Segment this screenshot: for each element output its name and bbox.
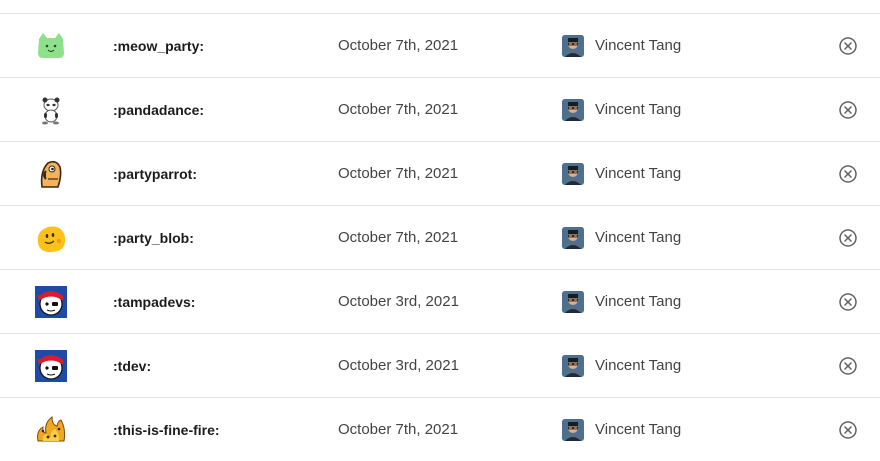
emoji-row: :partyparrot: October 7th, 2021 Vincent …	[0, 142, 880, 206]
avatar[interactable]	[562, 98, 584, 121]
emoji-name: :tdev:	[113, 357, 152, 374]
emoji-name: :this-is-fine-fire:	[113, 421, 220, 438]
remove-circle-x-icon	[839, 164, 857, 183]
emoji-date-added: October 3rd, 2021	[338, 357, 459, 374]
emoji-name: :pandadance:	[113, 101, 205, 118]
emoji-row: :party_blob: October 7th, 2021 Vincent T…	[0, 206, 880, 270]
emoji-author: Vincent Tang	[562, 226, 681, 249]
author-name[interactable]: Vincent Tang	[595, 101, 681, 118]
emoji-row: :tampadevs: October 3rd, 2021 Vincent Ta…	[0, 270, 880, 334]
author-name[interactable]: Vincent Tang	[595, 37, 681, 54]
emoji-date-added: October 7th, 2021	[338, 101, 459, 118]
emoji-author: Vincent Tang	[562, 98, 681, 121]
custom-emoji-list: :meow_party: October 7th, 2021 Vincent T…	[0, 0, 880, 461]
emoji-author: Vincent Tang	[562, 290, 681, 313]
remove-emoji-button[interactable]	[838, 228, 858, 248]
pandadance-icon	[34, 93, 68, 127]
emoji-author: Vincent Tang	[562, 34, 681, 57]
author-name[interactable]: Vincent Tang	[595, 293, 681, 310]
remove-emoji-button[interactable]	[838, 292, 858, 312]
partyparrot-icon	[34, 157, 68, 191]
avatar[interactable]	[562, 162, 584, 185]
remove-circle-x-icon	[839, 228, 857, 247]
emoji-date-added: October 3rd, 2021	[338, 293, 459, 310]
avatar[interactable]	[562, 354, 584, 377]
emoji-author: Vincent Tang	[562, 354, 681, 377]
remove-circle-x-icon	[839, 292, 857, 311]
remove-emoji-button[interactable]	[838, 100, 858, 120]
remove-emoji-button[interactable]	[838, 356, 858, 376]
author-name[interactable]: Vincent Tang	[595, 357, 681, 374]
emoji-name: :party_blob:	[113, 229, 194, 246]
author-name[interactable]: Vincent Tang	[595, 229, 681, 246]
author-name[interactable]: Vincent Tang	[595, 421, 681, 438]
remove-emoji-button[interactable]	[838, 164, 858, 184]
emoji-name: :meow_party:	[113, 37, 205, 54]
avatar[interactable]	[562, 290, 584, 313]
top-divider	[0, 0, 880, 14]
emoji-date-added: October 7th, 2021	[338, 421, 459, 438]
this-is-fine-fire-icon	[34, 413, 68, 447]
emoji-date-added: October 7th, 2021	[338, 37, 459, 54]
party-blob-icon	[34, 221, 68, 255]
avatar[interactable]	[562, 418, 584, 441]
remove-circle-x-icon	[839, 100, 857, 119]
tdev-icon	[34, 349, 68, 383]
remove-circle-x-icon	[839, 36, 857, 55]
emoji-author: Vincent Tang	[562, 418, 681, 441]
remove-emoji-button[interactable]	[838, 420, 858, 440]
emoji-row: :tdev: October 3rd, 2021 Vincent Tang	[0, 334, 880, 398]
emoji-row: :meow_party: October 7th, 2021 Vincent T…	[0, 14, 880, 78]
emoji-date-added: October 7th, 2021	[338, 229, 459, 246]
tampadevs-icon	[34, 285, 68, 319]
avatar[interactable]	[562, 226, 584, 249]
avatar[interactable]	[562, 34, 584, 57]
emoji-date-added: October 7th, 2021	[338, 165, 459, 182]
meow-party-icon	[34, 29, 68, 63]
emoji-row: :pandadance: October 7th, 2021 Vincent T…	[0, 78, 880, 142]
author-name[interactable]: Vincent Tang	[595, 165, 681, 182]
emoji-author: Vincent Tang	[562, 162, 681, 185]
emoji-name: :partyparrot:	[113, 165, 198, 182]
remove-emoji-button[interactable]	[838, 36, 858, 56]
remove-circle-x-icon	[839, 356, 857, 375]
emoji-name: :tampadevs:	[113, 293, 196, 310]
emoji-row: :this-is-fine-fire: October 7th, 2021 Vi…	[0, 398, 880, 461]
remove-circle-x-icon	[839, 420, 857, 439]
